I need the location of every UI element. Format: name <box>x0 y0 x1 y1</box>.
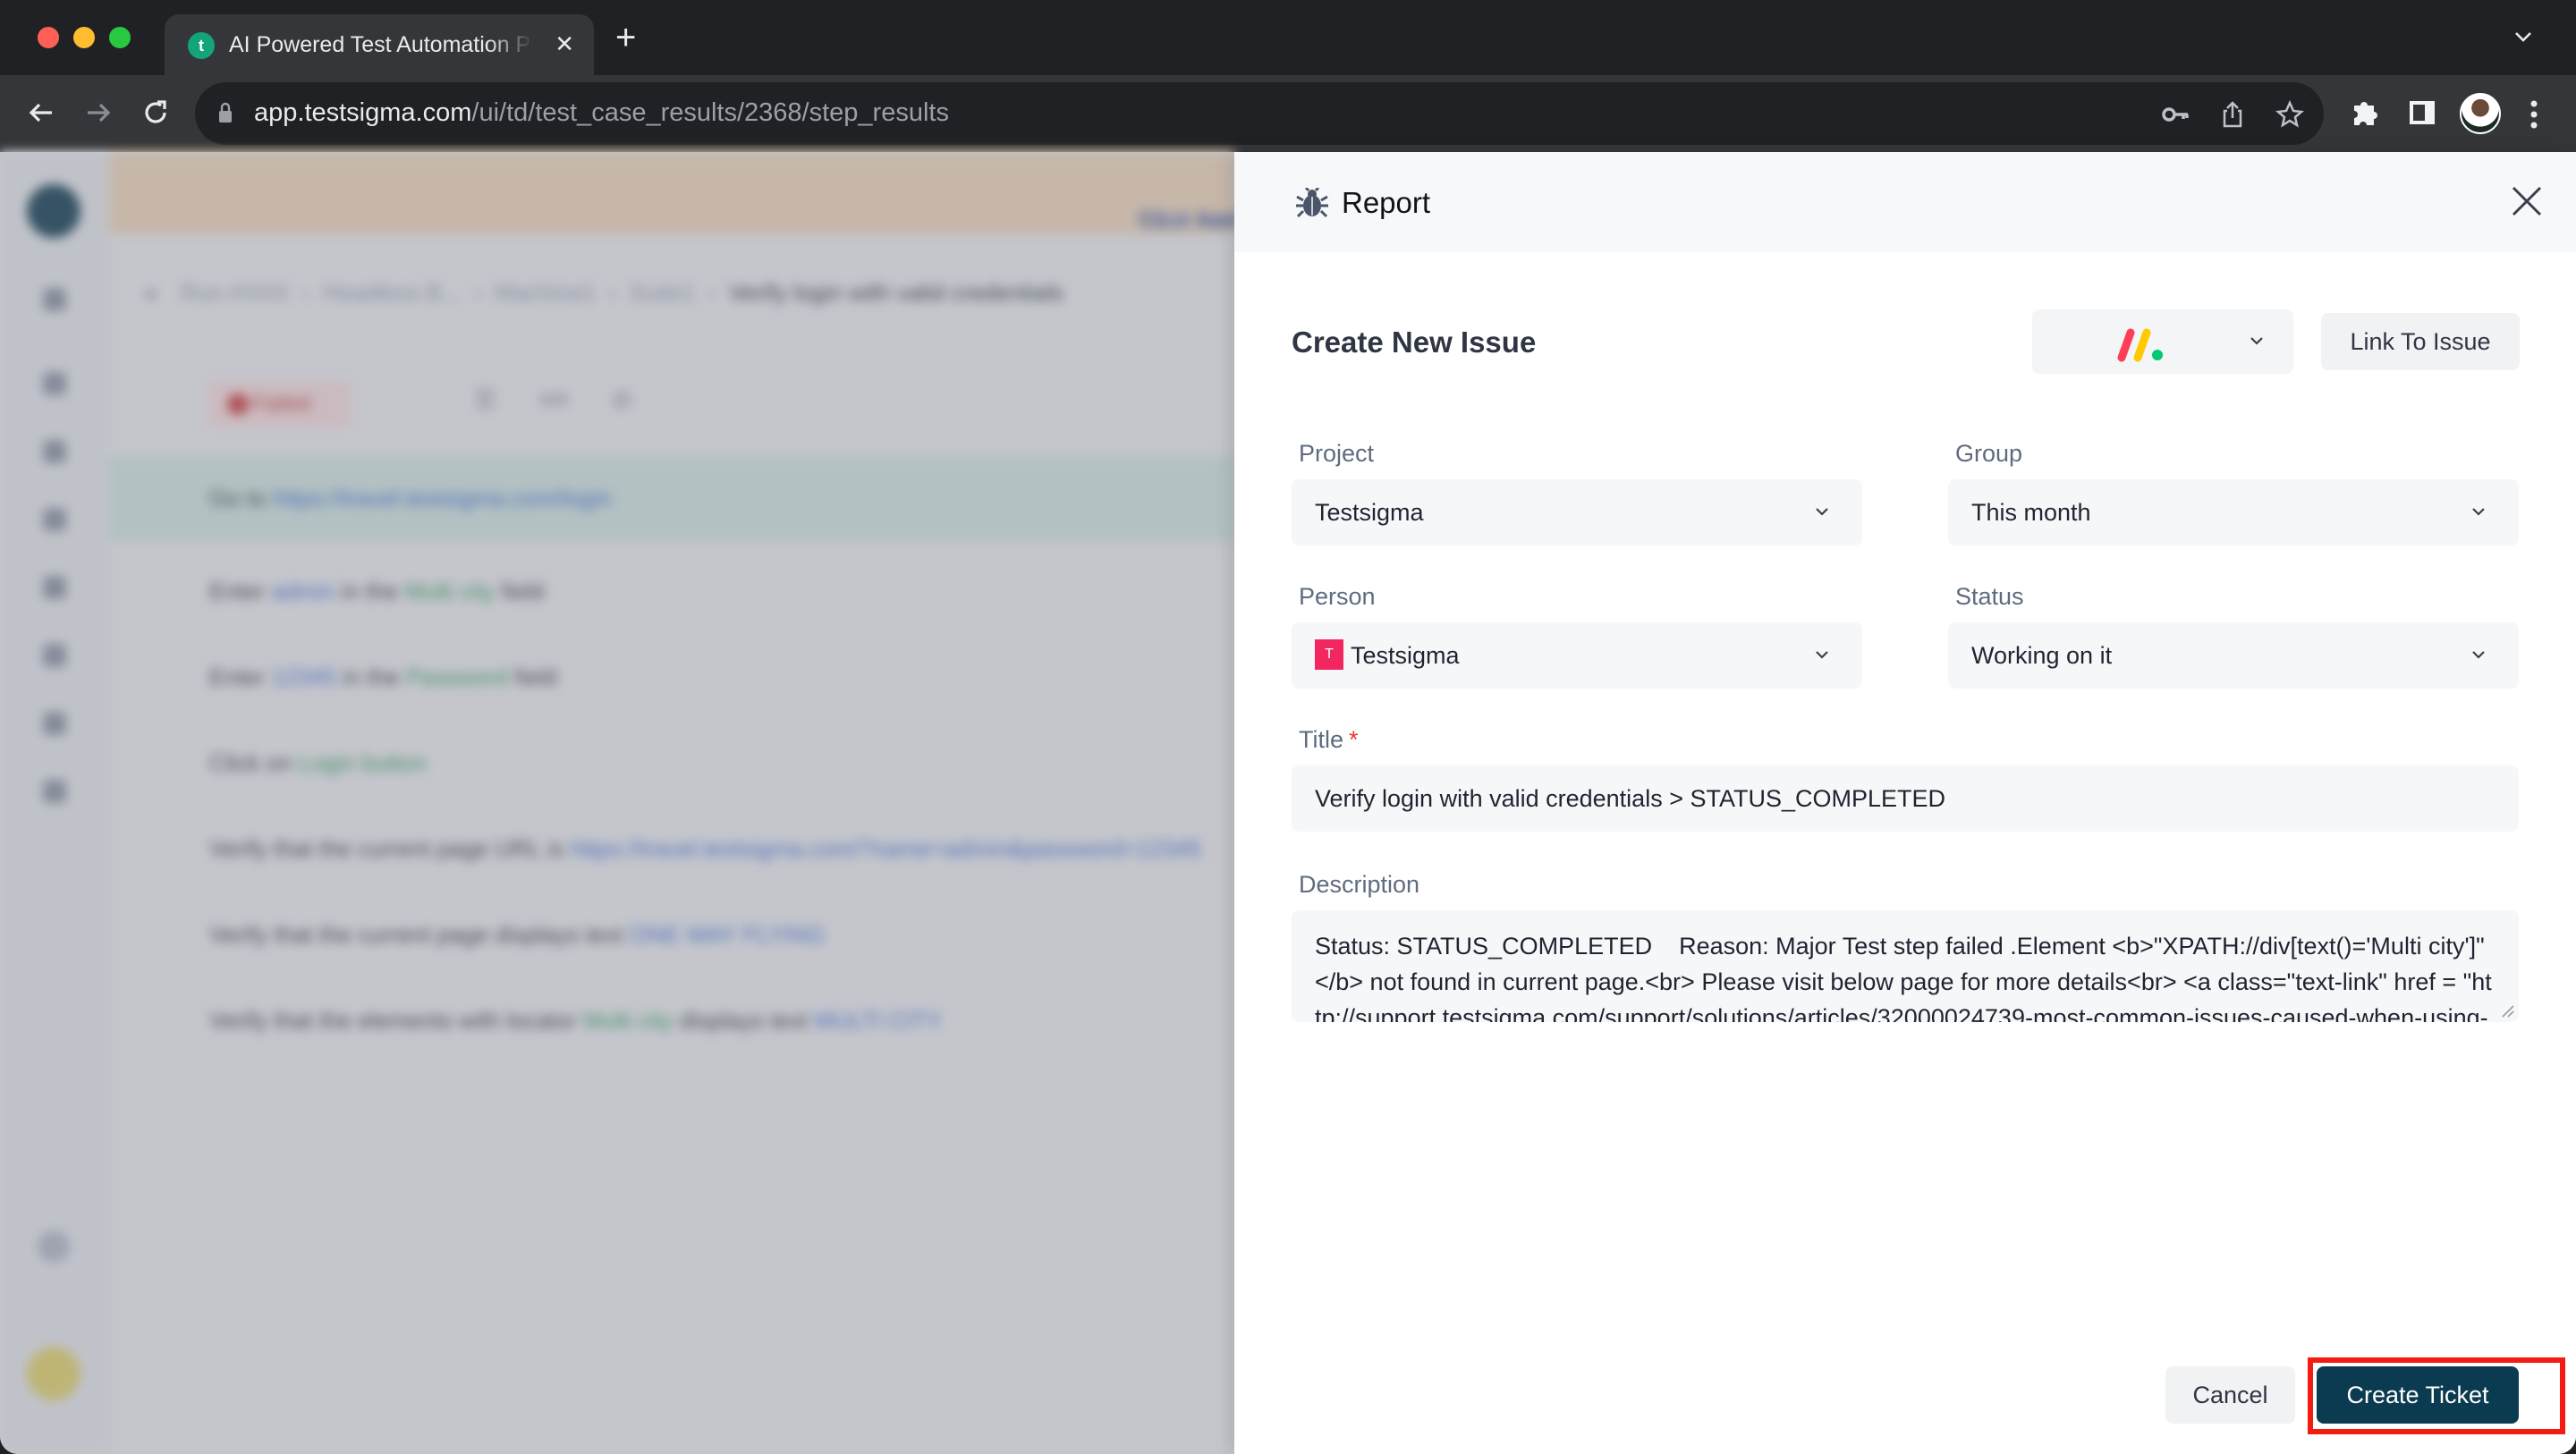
group-label: Group <box>1955 440 2023 467</box>
description-label: Description <box>1299 871 1420 898</box>
title-input[interactable]: Verify login with valid credentials > ST… <box>1292 765 2519 832</box>
address-bar[interactable]: app.testsigma.com/ui/td/test_case_result… <box>195 82 2324 145</box>
project-value: Testsigma <box>1315 499 1424 526</box>
reload-icon[interactable] <box>138 95 174 131</box>
new-tab-button[interactable]: + <box>615 20 636 55</box>
url-host: app.testsigma.com <box>254 98 472 127</box>
password-key-icon[interactable] <box>2161 100 2190 129</box>
title-value: Verify login with valid credentials > ST… <box>1315 785 1946 812</box>
bookmark-star-icon[interactable] <box>2275 100 2304 129</box>
group-value: This month <box>1971 499 2091 526</box>
person-value: Testsigma <box>1351 642 1460 669</box>
integration-select[interactable] <box>2032 309 2293 374</box>
back-icon[interactable] <box>23 95 59 131</box>
extensions-puzzle-icon[interactable] <box>2349 97 2381 129</box>
person-avatar-badge: T <box>1315 639 1343 670</box>
report-panel: Report Create New Issue Link To Issue Pr… <box>1234 152 2576 1454</box>
title-label-text: Title <box>1299 726 1344 753</box>
person-select[interactable]: T Testsigma <box>1292 622 1862 689</box>
link-to-issue-button[interactable]: Link To Issue <box>2321 313 2520 370</box>
project-select[interactable]: Testsigma <box>1292 479 1862 545</box>
create-ticket-button[interactable]: Create Ticket <box>2317 1366 2519 1424</box>
browser-menu-icon[interactable] <box>2529 100 2538 129</box>
lock-icon <box>219 102 232 123</box>
browser-toolbar: app.testsigma.com/ui/td/test_case_result… <box>0 75 2576 152</box>
tab-search-chevron-icon[interactable] <box>2513 27 2533 46</box>
panel-header: Report <box>1234 152 2576 252</box>
required-mark: * <box>1349 726 1359 753</box>
browser-tab[interactable]: t AI Powered Test Automation Platform ✕ <box>165 14 594 75</box>
chevron-down-icon <box>1816 651 1828 659</box>
modal-backdrop[interactable] <box>0 152 1234 1454</box>
status-select[interactable]: Working on it <box>1948 622 2519 689</box>
chevron-down-icon <box>1816 508 1828 516</box>
chevron-down-icon <box>2472 508 2485 516</box>
group-select[interactable]: This month <box>1948 479 2519 545</box>
url-path: /ui/td/test_case_results/2368/step_resul… <box>471 98 949 127</box>
description-value: Status: STATUS_COMPLETED Reason: Major T… <box>1315 933 2492 1022</box>
url-text: app.testsigma.com/ui/td/test_case_result… <box>254 98 949 128</box>
close-window-button[interactable] <box>38 27 59 48</box>
maximize-window-button[interactable] <box>109 27 131 48</box>
tab-close-icon[interactable]: ✕ <box>555 29 574 59</box>
minimize-window-button[interactable] <box>73 27 95 48</box>
close-icon[interactable] <box>2508 182 2546 220</box>
forward-icon[interactable] <box>80 95 116 131</box>
description-textarea[interactable]: Status: STATUS_COMPLETED Reason: Major T… <box>1292 910 2519 1022</box>
title-label: Title * <box>1299 726 1359 754</box>
profile-avatar[interactable] <box>2460 93 2501 134</box>
status-label: Status <box>1955 583 2024 610</box>
tab-bar: t AI Powered Test Automation Platform ✕ … <box>0 0 2576 75</box>
bug-icon <box>1296 188 1328 218</box>
section-title: Create New Issue <box>1292 325 1537 359</box>
resize-handle-icon[interactable] <box>2499 1002 2515 1019</box>
chevron-down-icon <box>2250 337 2263 345</box>
share-icon[interactable] <box>2218 100 2247 129</box>
cancel-button[interactable]: Cancel <box>2165 1366 2295 1424</box>
side-panel-icon[interactable] <box>2406 97 2438 129</box>
status-value: Working on it <box>1971 642 2113 669</box>
tab-title: AI Powered Test Automation Platform <box>229 32 533 57</box>
monday-logo-icon <box>2117 328 2163 362</box>
browser-window: t AI Powered Test Automation Platform ✕ … <box>0 0 2576 1454</box>
testsigma-favicon-icon: t <box>188 32 215 59</box>
project-label: Project <box>1299 440 1375 467</box>
person-label: Person <box>1299 583 1376 610</box>
page-content: Your trial period will expire in 8 days.… <box>0 152 2576 1454</box>
chevron-down-icon <box>2472 651 2485 659</box>
panel-title: Report <box>1342 186 1431 219</box>
